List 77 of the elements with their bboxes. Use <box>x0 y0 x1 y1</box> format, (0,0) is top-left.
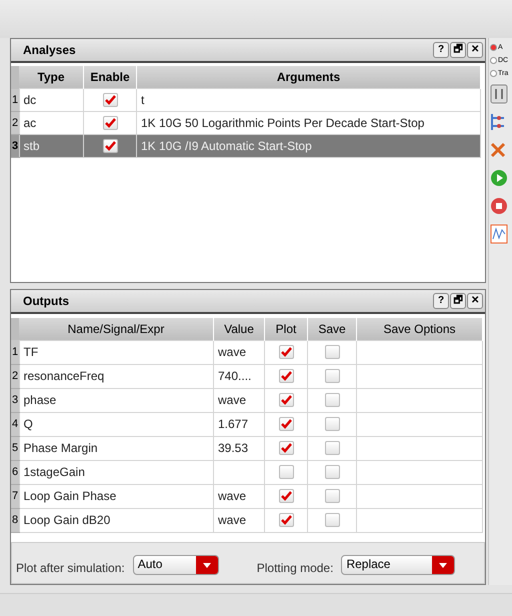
checkbox[interactable] <box>324 513 340 528</box>
checkbox[interactable] <box>324 441 340 456</box>
checkbox[interactable] <box>102 139 118 153</box>
arguments-cell: 1K 10G /I9 Automatic Start-Stop <box>136 134 480 158</box>
name-cell: Q <box>19 412 214 436</box>
column-header[interactable]: Save <box>308 318 356 340</box>
float-button[interactable]: 🗗 <box>450 292 466 309</box>
checkbox[interactable] <box>102 93 118 107</box>
checkbox[interactable] <box>102 116 118 130</box>
column-header[interactable]: Enable <box>84 66 136 88</box>
help-button[interactable]: ? <box>433 292 449 309</box>
checkbox[interactable] <box>324 345 340 360</box>
float-button[interactable]: 🗗 <box>450 42 466 58</box>
value-cell: 1.677 <box>214 412 264 436</box>
checkbox[interactable] <box>278 441 294 456</box>
plotting-mode-dropdown[interactable]: Replace <box>341 555 456 575</box>
column-header[interactable]: Name/Signal/Expr <box>19 318 214 340</box>
type-cell: dc <box>19 88 84 112</box>
panel-title: Analyses <box>23 43 77 57</box>
row-number: 8 <box>11 508 19 532</box>
column-header[interactable]: Save Options <box>356 318 482 340</box>
column-header[interactable]: Type <box>19 66 84 88</box>
stop-icon[interactable] <box>490 197 508 215</box>
name-cell: phase <box>19 388 214 412</box>
column-header[interactable]: Plot <box>264 318 308 340</box>
name-cell: TF <box>19 340 214 364</box>
arguments-cell: 1K 10G 50 Logarithmic Points Per Decade Start-Stop <box>136 112 480 134</box>
checkbox[interactable] <box>278 513 294 528</box>
checkbox[interactable] <box>324 393 340 408</box>
row-number: 1 <box>11 340 19 364</box>
name-cell: resonanceFreq <box>19 364 214 388</box>
checkbox[interactable] <box>278 345 294 360</box>
field-label: Plotting mode: <box>256 561 334 575</box>
panel-title: Outputs <box>23 294 70 308</box>
checkbox[interactable] <box>278 417 294 432</box>
column-header[interactable]: Value <box>214 318 264 340</box>
row-number: 2 <box>11 112 19 134</box>
close-button[interactable]: ✕ <box>467 292 483 309</box>
type-cell: ac <box>19 112 84 134</box>
checkbox[interactable] <box>324 465 340 480</box>
row-number: 3 <box>11 134 19 158</box>
name-cell: 1stageGain <box>19 460 214 484</box>
help-button[interactable]: ? <box>433 42 449 58</box>
plot-after-dropdown[interactable]: Auto <box>132 555 219 575</box>
checkbox[interactable] <box>324 489 340 504</box>
row-number: 1 <box>11 88 19 112</box>
value-cell: wave <box>214 340 264 364</box>
checkbox[interactable] <box>324 369 340 384</box>
value-cell: wave <box>214 484 264 508</box>
field-label: Plot after simulation: <box>16 561 125 575</box>
value-cell: 740.... <box>214 364 264 388</box>
checkbox[interactable] <box>278 369 294 384</box>
checkbox[interactable] <box>278 393 294 408</box>
column-header[interactable]: Arguments <box>136 66 480 88</box>
name-cell: Loop Gain dB20 <box>19 508 214 532</box>
delete-icon[interactable] <box>490 142 506 158</box>
row-number: 6 <box>11 460 19 484</box>
caret-icon <box>439 562 448 568</box>
caret-icon <box>202 562 211 568</box>
row-number: 5 <box>11 436 19 460</box>
close-button[interactable]: ✕ <box>467 42 483 58</box>
row-number: 4 <box>11 412 19 436</box>
row-number: 2 <box>11 364 19 388</box>
arguments-cell: t <box>136 88 480 112</box>
checkbox[interactable] <box>278 465 294 480</box>
checkbox[interactable] <box>278 489 294 504</box>
name-cell: Loop Gain Phase <box>19 484 214 508</box>
value-cell: wave <box>214 388 264 412</box>
name-cell: Phase Margin <box>19 436 214 460</box>
play-icon[interactable] <box>490 169 508 187</box>
value-cell: 39.53 <box>214 436 264 460</box>
row-number: 7 <box>11 484 19 508</box>
row-number: 3 <box>11 388 19 412</box>
checkbox[interactable] <box>324 417 340 432</box>
type-cell: stb <box>19 134 84 158</box>
value-cell: wave <box>214 508 264 532</box>
waveform-icon[interactable] <box>490 224 508 244</box>
